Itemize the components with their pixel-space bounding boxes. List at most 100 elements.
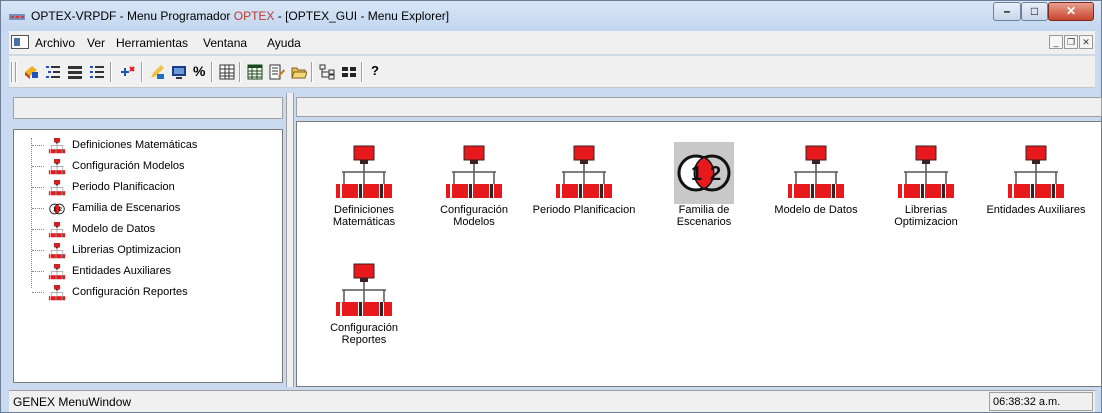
explorer-item[interactable]: 1 2 Familia de Escenarios <box>649 132 749 242</box>
status-bar: GENEX MenuWindow 06:38:32 a.m. <box>9 390 1095 412</box>
toolbar-separator <box>239 62 241 82</box>
tree-connector <box>32 229 44 230</box>
mdi-window-icon[interactable] <box>11 35 29 49</box>
new-item-icon[interactable] <box>23 64 39 80</box>
mdi-close-button[interactable]: ✕ <box>1079 35 1093 49</box>
explorer-item-label-line2: Modelos <box>453 216 495 228</box>
explorer-item-label-line2: Matemáticas <box>332 216 396 228</box>
status-time: 06:38:32 a.m. <box>989 392 1093 411</box>
explorer-item-label-line1: Librerias <box>904 204 948 216</box>
tree-connector <box>32 271 44 272</box>
tree-item[interactable]: Definiciones Matemáticas <box>32 136 282 156</box>
list-indent-icon[interactable] <box>45 64 61 80</box>
explorer-item-label: Configuración Reportes <box>304 322 424 346</box>
tree-structure-icon[interactable] <box>319 64 335 80</box>
scenario-icon: 1 2 <box>674 142 734 204</box>
network-icon <box>46 284 68 302</box>
tree-pane-header <box>13 97 283 119</box>
help-icon[interactable]: ? <box>371 63 387 79</box>
title-bar[interactable]: OPTEX-VRPDF - Menu Programador OPTEX - [… <box>1 1 1101 31</box>
tree-item-label: Librerias Optimizacion <box>72 244 181 256</box>
menu-ventana[interactable]: Ventana <box>203 36 247 50</box>
mdi-restore-button[interactable]: ❐ <box>1064 35 1078 49</box>
network-icon <box>46 221 68 239</box>
menu-herramientas[interactable]: Herramientas <box>116 36 188 50</box>
monitor-icon[interactable] <box>171 64 187 80</box>
explorer-item-label-line1: Entidades Auxiliares <box>986 204 1086 216</box>
tree-item[interactable]: Entidades Auxiliares <box>32 262 282 282</box>
toolbar-separator <box>15 62 17 82</box>
tree-connector <box>32 208 44 209</box>
menu-bar: Archivo Ver Herramientas Ventana Ayuda _… <box>9 31 1095 55</box>
tree-item[interactable]: 1 2 Familia de Escenarios <box>32 199 282 219</box>
svg-text:2: 2 <box>59 207 62 213</box>
network-icon <box>334 260 394 322</box>
explorer-item[interactable]: Modelo de Datos <box>761 132 861 242</box>
explorer-item-label-line1: Configuración <box>440 204 508 216</box>
form-icon[interactable] <box>269 64 285 80</box>
tree-item-label: Modelo de Datos <box>72 223 156 235</box>
tree-item-label: Familia de Escenarios <box>72 202 181 214</box>
maximize-button[interactable]: □ <box>1021 2 1048 21</box>
tiles-icon[interactable] <box>341 64 357 80</box>
tree-item-label: Periodo Planificacion <box>72 181 175 193</box>
grid-table-icon[interactable] <box>219 64 235 80</box>
minimize-icon: – <box>1003 4 1011 18</box>
edit-icon[interactable] <box>149 64 165 80</box>
tree-connector <box>32 187 44 188</box>
explorer-item-label-line2: Optimizacion <box>894 216 958 228</box>
close-icon: ✕ <box>1065 4 1077 18</box>
explorer-item[interactable]: Entidades Auxiliares <box>981 132 1086 242</box>
explorer-item-label-line2: Escenarios <box>676 216 732 228</box>
explorer-item-label: Modelo de Datos <box>756 204 876 216</box>
toolbar-separator <box>361 62 363 82</box>
menu-explorer-view: Definiciones Matemáticas Configuración Mod… <box>296 121 1102 387</box>
explorer-item[interactable]: Configuración Modelos <box>419 132 519 242</box>
mdi-minimize-button[interactable]: _ <box>1049 35 1063 49</box>
toolbar-separator <box>110 62 112 82</box>
explorer-item-label-line1: Definiciones <box>334 204 394 216</box>
percent-icon[interactable]: % <box>193 63 209 79</box>
close-button[interactable]: ✕ <box>1048 2 1094 21</box>
status-text: GENEX MenuWindow <box>13 395 132 409</box>
network-icon <box>46 179 68 197</box>
app-icon <box>9 14 25 20</box>
tree-item[interactable]: Configuración Modelos <box>32 157 282 177</box>
app-window: OPTEX-VRPDF - Menu Programador OPTEX - [… <box>0 0 1102 413</box>
menu-archivo[interactable]: Archivo <box>35 36 75 50</box>
explorer-item-label: Familia de Escenarios <box>644 204 764 228</box>
explorer-item[interactable]: Librerias Optimizacion <box>871 132 971 242</box>
explorer-item-label: Definiciones Matemáticas <box>304 204 424 228</box>
explorer-item-label: Entidades Auxiliares <box>976 204 1096 216</box>
open-folder-icon[interactable] <box>291 64 307 80</box>
menu-ver[interactable]: Ver <box>87 36 105 50</box>
explorer-item-label-line1: Periodo Planificacion <box>532 204 636 216</box>
tree-item-label: Configuración Modelos <box>72 160 185 172</box>
tree-item[interactable]: Configuración Reportes <box>32 283 282 303</box>
network-icon <box>896 142 956 204</box>
list-details-icon[interactable] <box>67 64 83 80</box>
tree-item-label: Definiciones Matemáticas <box>72 139 198 151</box>
numbered-list-icon[interactable] <box>89 64 105 80</box>
minimize-button[interactable]: – <box>993 2 1021 21</box>
data-table-icon[interactable] <box>247 64 263 80</box>
network-icon <box>554 142 614 204</box>
tree-item[interactable]: Modelo de Datos <box>32 220 282 240</box>
explorer-item[interactable]: Definiciones Matemáticas <box>309 132 409 242</box>
network-icon <box>1006 142 1066 204</box>
tree-connector <box>32 250 44 251</box>
tree-item[interactable]: Librerias Optimizacion <box>32 241 282 261</box>
tree-connector <box>32 145 44 146</box>
explorer-item-label-line1: Configuración <box>330 322 398 334</box>
explorer-pane-header <box>296 97 1102 117</box>
explorer-item[interactable]: Configuración Reportes <box>309 250 409 360</box>
menu-ayuda[interactable]: Ayuda <box>267 36 301 50</box>
svg-text:1: 1 <box>691 163 702 185</box>
explorer-item[interactable]: Periodo Planificacion <box>529 132 635 242</box>
add-node-icon[interactable] <box>119 64 135 80</box>
tree-item[interactable]: Periodo Planificacion <box>32 178 282 198</box>
pane-splitter[interactable] <box>286 93 294 387</box>
tree-connector <box>32 166 44 167</box>
network-icon <box>444 142 504 204</box>
toolbar-separator <box>311 62 313 82</box>
